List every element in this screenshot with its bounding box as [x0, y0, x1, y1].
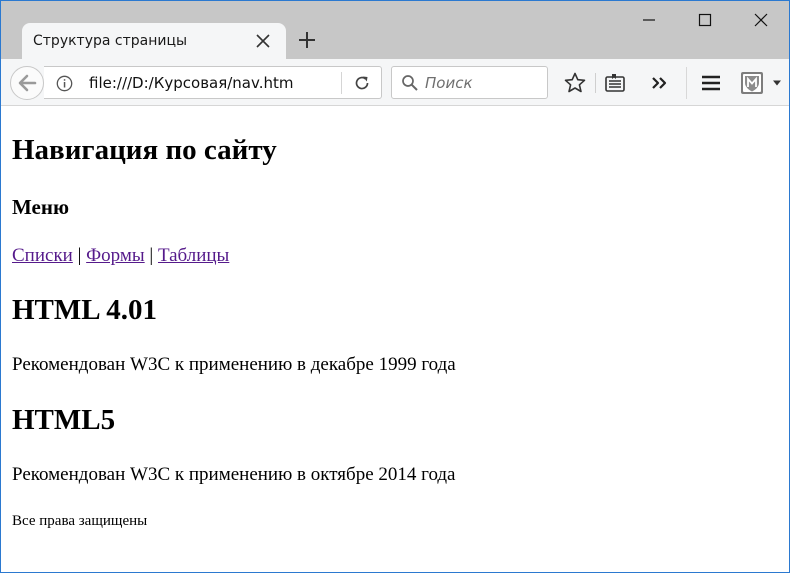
nav-link-lists[interactable]: Списки — [12, 245, 73, 266]
search-icon — [402, 75, 418, 91]
url-text[interactable]: file:///D:/Курсовая/nav.htm — [89, 74, 293, 92]
nav-link-tables[interactable]: Таблицы — [158, 245, 229, 266]
toolbar-divider — [686, 67, 687, 99]
page-title: Навигация по сайту — [12, 134, 277, 166]
url-divider — [341, 72, 342, 94]
bookmark-star-icon[interactable] — [563, 71, 587, 95]
navigation-toolbar: file:///D:/Курсовая/nav.htm — [1, 59, 789, 106]
menu-heading: Меню — [12, 195, 70, 219]
section-text: Рекомендован W3C к применению в декабре … — [12, 354, 456, 375]
nav-link-forms[interactable]: Формы — [86, 245, 145, 266]
search-input[interactable] — [425, 72, 543, 94]
section-heading: HTML 4.01 — [12, 294, 158, 326]
tab-title: Структура страницы — [33, 33, 188, 49]
section-heading: HTML5 — [12, 404, 116, 436]
footer-text: Все права защищены — [12, 513, 148, 529]
tab-active[interactable]: Структура страницы — [22, 23, 286, 59]
overflow-chevron-icon[interactable] — [647, 71, 671, 95]
tab-strip: Структура страницы — [1, 1, 789, 59]
back-button[interactable] — [10, 66, 44, 100]
page-content: Навигация по сайту Меню Списки | Формы |… — [1, 107, 789, 572]
info-icon[interactable] — [56, 75, 73, 92]
nav-separator: | — [149, 245, 154, 266]
site-nav: Списки | Формы | Таблицы — [12, 245, 229, 267]
search-bar[interactable] — [391, 66, 548, 99]
minimize-icon[interactable] — [638, 9, 660, 31]
bookmarks-menu-icon[interactable] — [603, 71, 627, 95]
toolbar-divider — [595, 73, 596, 93]
close-tab-icon[interactable] — [254, 32, 272, 50]
new-tab-icon[interactable] — [297, 30, 317, 50]
back-arrow-icon — [18, 74, 37, 92]
maximize-icon[interactable] — [694, 9, 716, 31]
section-text: Рекомендован W3C к применению в октябре … — [12, 464, 456, 485]
extension-icon[interactable] — [740, 71, 764, 95]
browser-window: Структура страницы file:///D:/Курсовая/n… — [0, 0, 790, 573]
reload-icon[interactable] — [353, 74, 371, 92]
hamburger-menu-icon[interactable] — [699, 71, 723, 95]
close-window-icon[interactable] — [750, 9, 772, 31]
url-bar[interactable]: file:///D:/Курсовая/nav.htm — [44, 66, 382, 99]
nav-separator: | — [77, 245, 82, 266]
chevron-down-icon[interactable] — [772, 79, 782, 87]
